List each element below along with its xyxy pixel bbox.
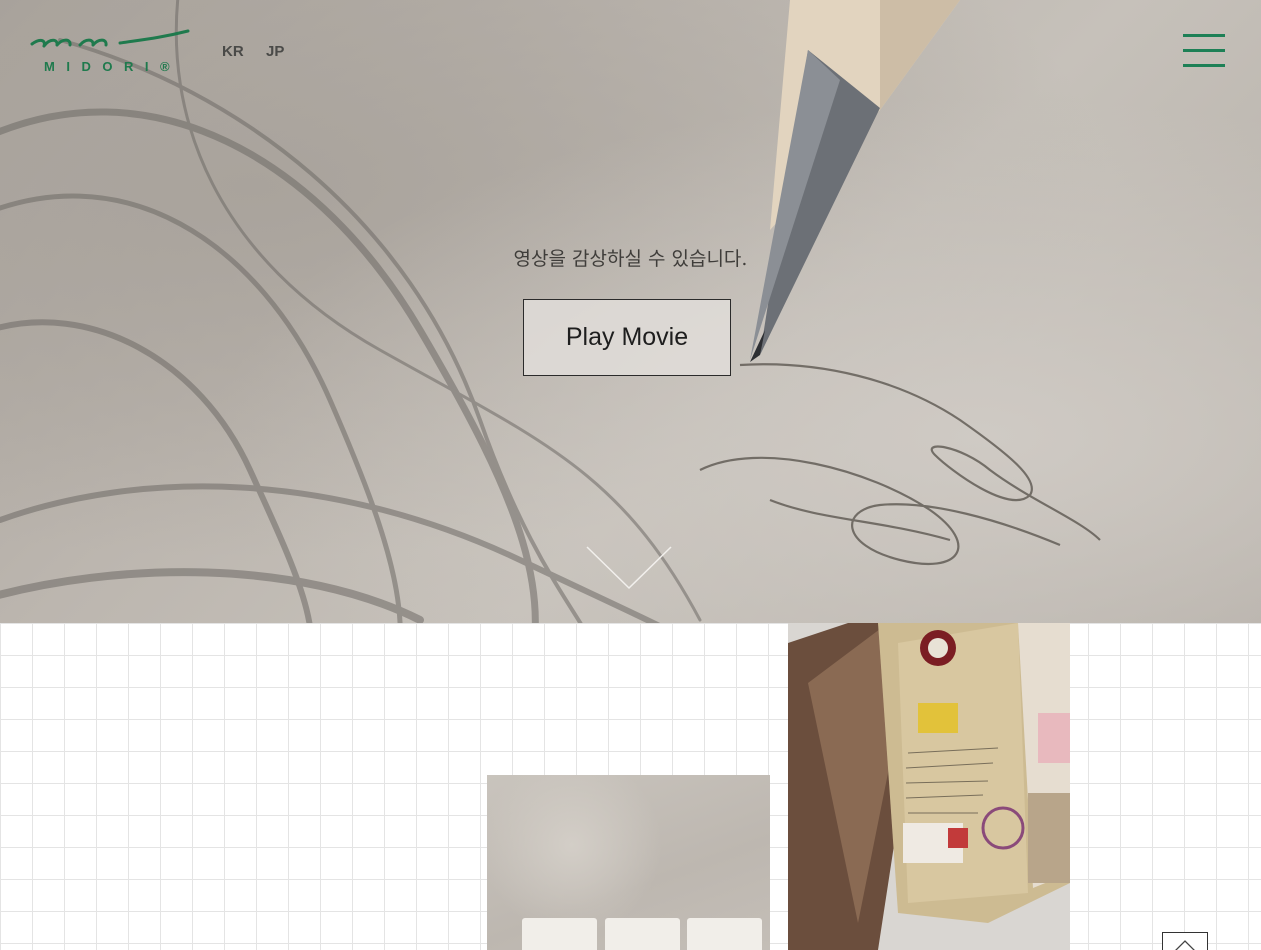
menu-bar xyxy=(1183,49,1225,52)
paper-sample-photo[interactable] xyxy=(487,775,770,950)
paper-tab xyxy=(687,918,762,950)
logo-wordmark: MIDORI® xyxy=(44,59,182,74)
content-grid-section xyxy=(0,623,1261,950)
hero-caption: 영상을 감상하실 수 있습니다. xyxy=(513,248,748,270)
hamburger-menu-icon[interactable] xyxy=(1181,33,1227,69)
chevron-down-icon[interactable] xyxy=(585,545,673,591)
menu-bar xyxy=(1183,34,1225,37)
hero-section: MIDORI® KR JP 영상을 감상하실 수 있습니다. Play Movi… xyxy=(0,0,1261,623)
language-kr-link[interactable]: KR xyxy=(222,43,244,60)
language-jp-link[interactable]: JP xyxy=(266,43,284,60)
menu-bar xyxy=(1183,64,1225,67)
logo-swoosh-icon xyxy=(30,29,190,48)
paper-tab xyxy=(522,918,597,950)
paper-tab xyxy=(605,918,680,950)
travelers-notebook-photo[interactable] xyxy=(788,623,1070,950)
play-movie-button[interactable]: Play Movie xyxy=(523,299,731,376)
page: MIDORI® KR JP 영상을 감상하실 수 있습니다. Play Movi… xyxy=(0,0,1261,950)
arrow-up-icon[interactable] xyxy=(1162,932,1208,950)
midori-logo[interactable]: MIDORI® xyxy=(30,28,192,76)
